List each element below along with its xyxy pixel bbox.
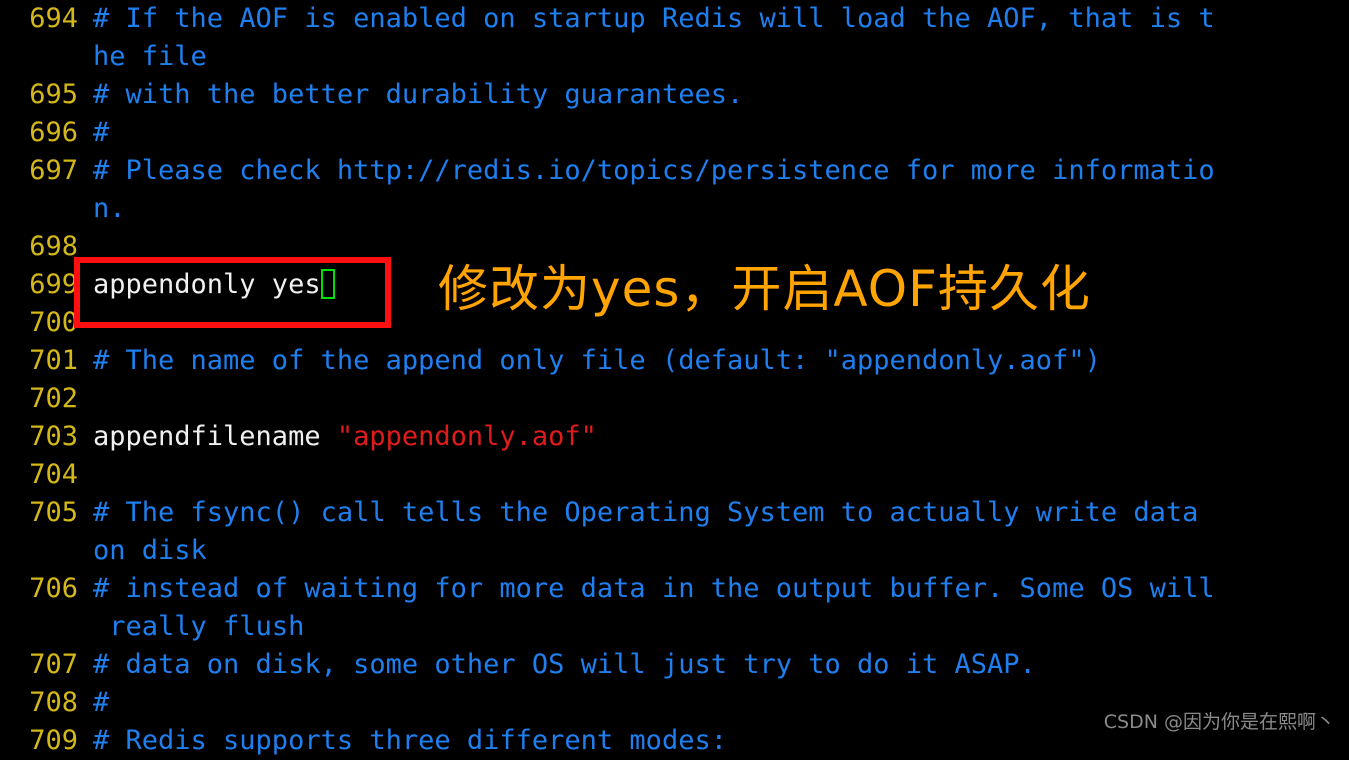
code-line[interactable]: 707 # data on disk, some other OS will ju… [0, 646, 1349, 684]
code-token-comment: # [93, 687, 110, 718]
code-token-comment: # with the better durability guarantees. [93, 79, 744, 110]
code-line-text[interactable]: # If the AOF is enabled on startup Redis… [78, 0, 1349, 38]
code-line[interactable]: 706 # instead of waiting for more data in… [0, 570, 1349, 608]
line-number: 706 [29, 573, 78, 604]
line-number: 708 [29, 687, 78, 718]
code-line-text[interactable]: appendfilename "appendonly.aof" [78, 418, 1349, 456]
line-number: 698 [29, 231, 78, 262]
code-line[interactable]: 704 [0, 456, 1349, 494]
code-editor-pane[interactable]: 694 # If the AOF is enabled on startup Re… [0, 0, 1349, 756]
code-line-wrap: really flush [0, 608, 1349, 646]
code-token-plain: appendonly yes [93, 269, 321, 300]
line-number: 704 [29, 459, 78, 490]
code-token-comment: # If the AOF is enabled on startup Redis… [93, 3, 1215, 34]
code-line-text[interactable]: # instead of waiting for more data in th… [78, 570, 1349, 608]
text-cursor [320, 269, 335, 299]
code-line-wrap: n. [0, 190, 1349, 228]
code-token-comment: # [93, 117, 110, 148]
code-line-wrap: on disk [0, 532, 1349, 570]
code-line-wrap-text: on disk [78, 532, 1349, 570]
line-number: 697 [29, 155, 78, 186]
line-number: 695 [29, 79, 78, 110]
code-line[interactable]: 695 # with the better durability guarante… [0, 76, 1349, 114]
code-token-string: "appendonly.aof" [336, 421, 597, 452]
code-line-wrap-text: really flush [78, 608, 1349, 646]
line-number: 702 [29, 383, 78, 414]
code-token-comment: # instead of waiting for more data in th… [93, 573, 1215, 604]
code-line[interactable]: 702 [0, 380, 1349, 418]
code-line-wrap: he file [0, 38, 1349, 76]
code-line-list: 694 # If the AOF is enabled on startup Re… [0, 0, 1349, 760]
line-number: 699 [29, 269, 78, 300]
code-line[interactable]: 697 # Please check http://redis.io/topics… [0, 152, 1349, 190]
code-token-comment: # The fsync() call tells the Operating S… [93, 497, 1199, 528]
code-token-plain: appendfilename [93, 421, 337, 452]
code-token-comment: # The name of the append only file (defa… [93, 345, 1101, 376]
line-number: 709 [29, 725, 78, 756]
code-line-text[interactable]: # The fsync() call tells the Operating S… [78, 494, 1349, 532]
line-number: 705 [29, 497, 78, 528]
line-number: 703 [29, 421, 78, 452]
code-line-text[interactable]: # Please check http://redis.io/topics/pe… [78, 152, 1349, 190]
code-line[interactable]: 694 # If the AOF is enabled on startup Re… [0, 0, 1349, 38]
line-number: 694 [29, 3, 78, 34]
code-line-text[interactable]: # with the better durability guarantees. [78, 76, 1349, 114]
code-line-wrap-text: he file [78, 38, 1349, 76]
code-token-comment: really flush [93, 611, 305, 642]
code-token-comment: # Please check http://redis.io/topics/pe… [93, 155, 1215, 186]
code-token-comment: n. [93, 193, 126, 224]
line-number: 701 [29, 345, 78, 376]
line-number: 707 [29, 649, 78, 680]
code-token-comment: # Redis supports three different modes: [93, 725, 727, 756]
code-token-comment: on disk [93, 535, 207, 566]
line-number: 700 [29, 307, 78, 338]
code-token-comment: # data on disk, some other OS will just … [93, 649, 1036, 680]
csdn-watermark: CSDN @因为你是在熙啊丶 [1103, 711, 1335, 733]
annotation-caption: 修改为yes，开启AOF持久化 [438, 260, 1091, 318]
code-token-comment: he file [93, 41, 207, 72]
code-line-text[interactable]: # data on disk, some other OS will just … [78, 646, 1349, 684]
code-line-text[interactable]: # The name of the append only file (defa… [78, 342, 1349, 380]
code-line[interactable]: 696 # [0, 114, 1349, 152]
code-line[interactable]: 703 appendfilename "appendonly.aof" [0, 418, 1349, 456]
code-line[interactable]: 705 # The fsync() call tells the Operatin… [0, 494, 1349, 532]
code-line-text[interactable]: # [78, 114, 1349, 152]
code-line[interactable]: 701 # The name of the append only file (d… [0, 342, 1349, 380]
code-line-wrap-text: n. [78, 190, 1349, 228]
line-number: 696 [29, 117, 78, 148]
